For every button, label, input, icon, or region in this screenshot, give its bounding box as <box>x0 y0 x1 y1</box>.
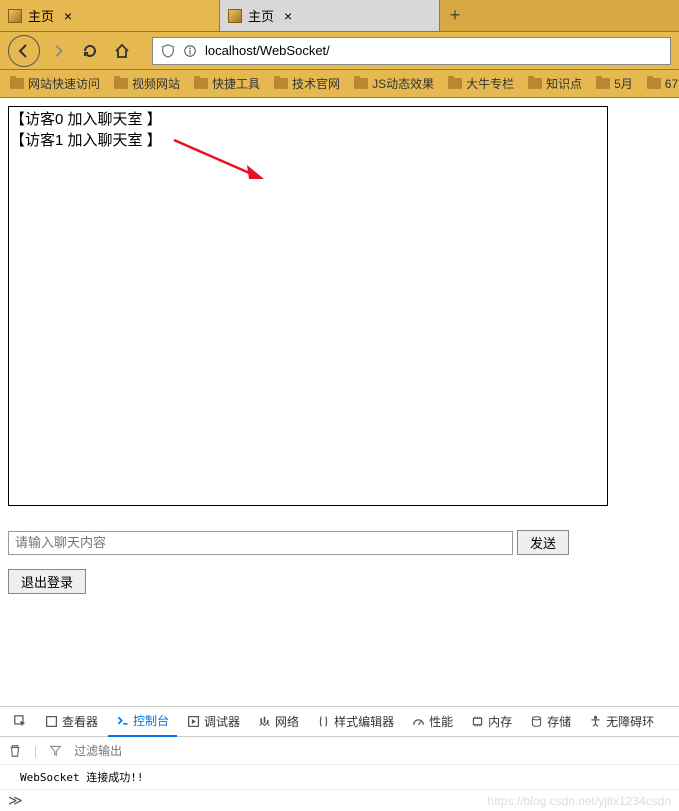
bookmark-item[interactable]: 知识点 <box>528 75 582 92</box>
bookmark-item[interactable]: 快捷工具 <box>194 75 260 92</box>
logout-button[interactable]: 退出登录 <box>8 569 86 594</box>
folder-icon <box>194 78 208 89</box>
console-toggle-icon[interactable]: ≫ <box>8 792 23 809</box>
folder-icon <box>274 78 288 89</box>
filter-icon[interactable] <box>49 744 62 757</box>
console-output: WebSocket 连接成功!! <box>0 765 679 789</box>
forward-button[interactable] <box>44 37 72 65</box>
logout-row: 退出登录 <box>8 569 671 594</box>
folder-icon <box>596 78 610 89</box>
devtools-tab-inspector[interactable]: 查看器 <box>37 707 106 737</box>
page-content: 【访客0 加入聊天室 】 【访客1 加入聊天室 】 发送 退出登录 <box>0 98 679 602</box>
folder-icon <box>114 78 128 89</box>
folder-icon <box>528 78 542 89</box>
devtools-tab-bar: 查看器 控制台 调试器 网络 样式编辑器 性能 内存 存储 <box>0 707 679 737</box>
home-button[interactable] <box>108 37 136 65</box>
accessibility-icon <box>589 715 602 728</box>
bookmark-item[interactable]: 67 <box>647 77 678 91</box>
bookmark-item[interactable]: 大牛专栏 <box>448 75 514 92</box>
chat-input-row: 发送 <box>8 530 671 555</box>
element-picker-icon <box>14 715 27 728</box>
reload-button[interactable] <box>76 37 104 65</box>
bookmark-item[interactable]: 视频网站 <box>114 75 180 92</box>
storage-icon <box>530 715 543 728</box>
bookmark-item[interactable]: 技术官网 <box>274 75 340 92</box>
browser-tab[interactable]: 主页 × <box>220 0 440 31</box>
devtools-tab-network[interactable]: 网络 <box>250 707 307 737</box>
console-toolbar: | <box>0 737 679 765</box>
inspector-icon <box>45 715 58 728</box>
devtools-tab-console[interactable]: 控制台 <box>108 707 177 737</box>
folder-icon <box>10 78 24 89</box>
close-icon[interactable]: × <box>280 8 296 24</box>
shield-icon[interactable] <box>161 44 175 58</box>
devtools-tab-accessibility[interactable]: 无障碍环 <box>581 707 662 737</box>
devtools-panel: 查看器 控制台 调试器 网络 样式编辑器 性能 内存 存储 <box>0 706 679 811</box>
browser-tab-bar: 主页 × 主页 × + <box>0 0 679 32</box>
console-message: WebSocket 连接成功!! <box>20 771 143 784</box>
tab-title: 主页 <box>248 6 274 25</box>
tab-title: 主页 <box>28 6 54 25</box>
watermark: https://blog.csdn.net/yjltx1234csdn <box>488 794 671 808</box>
info-icon[interactable] <box>183 44 197 58</box>
devtools-tab-memory[interactable]: 内存 <box>463 707 520 737</box>
annotation-arrow-icon <box>169 135 269 185</box>
chat-message: 【访客0 加入聊天室 】 <box>10 109 606 130</box>
folder-icon <box>448 78 462 89</box>
page-icon <box>8 9 22 23</box>
address-bar[interactable]: localhost/WebSocket/ <box>152 37 671 65</box>
page-icon <box>228 9 242 23</box>
url-text: localhost/WebSocket/ <box>205 43 662 58</box>
debugger-icon <box>187 715 200 728</box>
send-button[interactable]: 发送 <box>517 530 569 555</box>
bookmark-item[interactable]: 网站快速访问 <box>10 75 100 92</box>
network-icon <box>258 715 271 728</box>
chat-display-area: 【访客0 加入聊天室 】 【访客1 加入聊天室 】 <box>8 106 608 506</box>
back-button[interactable] <box>8 35 40 67</box>
style-editor-icon <box>317 715 330 728</box>
folder-icon <box>647 78 661 89</box>
devtools-tab-performance[interactable]: 性能 <box>404 707 461 737</box>
close-icon[interactable]: × <box>60 8 76 24</box>
memory-icon <box>471 715 484 728</box>
navigation-toolbar: localhost/WebSocket/ <box>0 32 679 70</box>
bookmarks-bar: 网站快速访问 视频网站 快捷工具 技术官网 JS动态效果 大牛专栏 知识点 5月… <box>0 70 679 98</box>
trash-icon[interactable] <box>8 744 22 758</box>
bookmark-item[interactable]: JS动态效果 <box>354 75 434 92</box>
console-icon <box>116 714 129 727</box>
devtools-footer: ≫ https://blog.csdn.net/yjltx1234csdn <box>0 789 679 811</box>
chat-message: 【访客1 加入聊天室 】 <box>10 130 606 151</box>
devtools-picker-button[interactable] <box>6 707 35 737</box>
browser-tab-active[interactable]: 主页 × <box>0 0 220 31</box>
devtools-tab-debugger[interactable]: 调试器 <box>179 707 248 737</box>
devtools-tab-storage[interactable]: 存储 <box>522 707 579 737</box>
folder-icon <box>354 78 368 89</box>
bookmark-item[interactable]: 5月 <box>596 75 633 92</box>
console-filter-input[interactable] <box>74 744 671 758</box>
performance-icon <box>412 715 425 728</box>
devtools-tab-styleeditor[interactable]: 样式编辑器 <box>309 707 402 737</box>
new-tab-button[interactable]: + <box>440 0 470 31</box>
chat-input[interactable] <box>8 531 513 555</box>
